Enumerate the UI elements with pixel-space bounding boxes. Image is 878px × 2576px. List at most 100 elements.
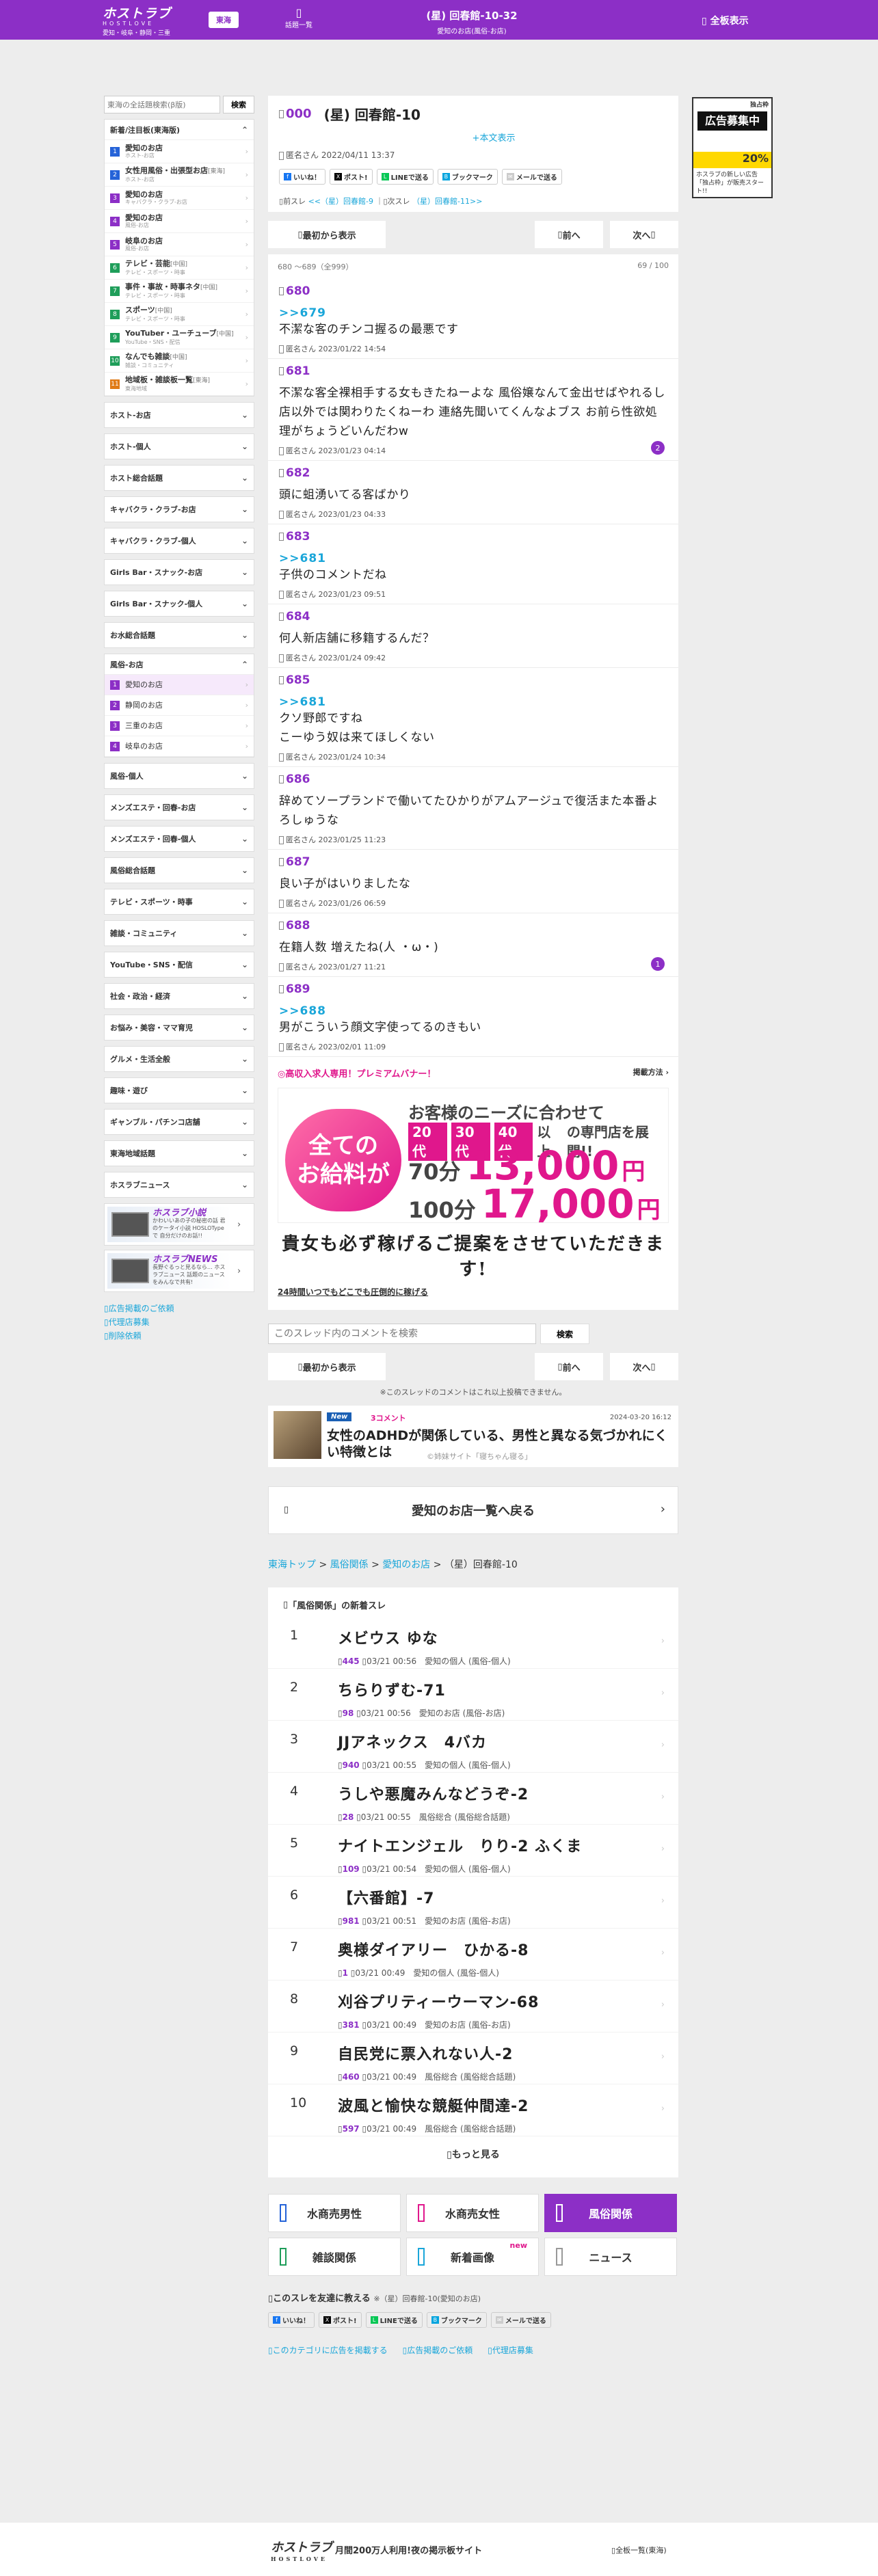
reply-count-badge[interactable]: 1 bbox=[651, 957, 665, 971]
post-number[interactable]: 682 bbox=[279, 466, 667, 480]
footer-ad-request-link[interactable]: ▯広告掲載のご依頼 bbox=[403, 2344, 473, 2356]
category-panel[interactable]: グルメ・生活全般 ⌄ bbox=[104, 1046, 254, 1072]
all-boards-button[interactable]: ▯ 全板表示 bbox=[702, 14, 749, 27]
category-button[interactable]: 新着画像 new bbox=[406, 2238, 539, 2276]
news-card[interactable]: New 3コメント 2024-03-20 16:12 女性のADHDが関係してい… bbox=[268, 1406, 678, 1467]
premium-method-link[interactable]: 掲載方法 › bbox=[633, 1066, 669, 1079]
category-panel[interactable]: Girls Bar・スナック-個人 ⌄ bbox=[104, 591, 254, 617]
featured-panel-head[interactable]: 新着/注目板(東海版) ⌃ bbox=[105, 120, 254, 140]
category-panel[interactable]: お水総合話題 ⌄ bbox=[104, 622, 254, 648]
board-list-button[interactable]: ▯ 話題一覧 bbox=[282, 7, 316, 30]
post-number[interactable]: 680 bbox=[279, 284, 667, 298]
facebook-like-button[interactable]: f いいね！ bbox=[279, 169, 325, 185]
sidebar-search-button[interactable]: 検索 bbox=[223, 96, 254, 113]
post-number[interactable]: 685 bbox=[279, 673, 667, 687]
footer-agency-link[interactable]: ▯代理店募集 bbox=[488, 2344, 533, 2356]
reply-anchor[interactable]: >>681 bbox=[279, 552, 667, 565]
news-ad-banner[interactable]: ホスラブNEWS 長野ぐるっと見るなら… ホスラブニュース 話題のニュースをみんな… bbox=[104, 1250, 254, 1292]
first-page-button-bottom[interactable]: ▯ 最初から表示 bbox=[268, 1353, 386, 1380]
reply-count-badge[interactable]: 2 bbox=[651, 441, 665, 455]
premium-link[interactable]: 24時間いつでもどこでも圧倒的に稼げる bbox=[278, 1286, 669, 1298]
featured-item[interactable]: 3 愛知のお店 キャバクラ・クラブ-お店 › bbox=[105, 187, 254, 210]
featured-item[interactable]: 10 なんでも雑談[中国] 雑談・コミュニティ › bbox=[105, 349, 254, 373]
post-number[interactable]: 689 bbox=[279, 982, 667, 996]
footer-logo[interactable]: ホストラブ HOSTLOVE bbox=[271, 2538, 332, 2562]
category-panel[interactable]: 雑談・コミュニティ ⌄ bbox=[104, 920, 254, 946]
novel-ad-banner[interactable]: ホスラブ小説 かわいいあの子の秘密の話 君のケータイ小説 HOSLOTypeで 自… bbox=[104, 1203, 254, 1246]
category-button[interactable]: 水商売男性 bbox=[268, 2194, 401, 2232]
prev-page-button-bottom[interactable]: ▯ 前へ bbox=[535, 1353, 603, 1380]
featured-item[interactable]: 1 愛知のお店 ホスト-お店 › bbox=[105, 140, 254, 163]
show-original-link[interactable]: +本文表示 bbox=[320, 131, 667, 144]
bookmark-button[interactable]: B ブックマーク bbox=[426, 2312, 487, 2328]
comment-search-button[interactable]: 検索 bbox=[540, 1324, 589, 1344]
category-panel[interactable]: キャバクラ・クラブ-個人 ⌄ bbox=[104, 528, 254, 554]
bookmark-button[interactable]: B ブックマーク bbox=[437, 169, 498, 185]
exclusive-ad[interactable]: 独占枠 広告募集中 20% ホスラブの新しい広告「独占枠」が販売スタート!! bbox=[692, 97, 773, 198]
category-panel[interactable]: Girls Bar・スナック-お店 ⌄ bbox=[104, 559, 254, 585]
ranking-item[interactable]: 8 刈谷プリティーウーマン-68 ▯381 ▯03/21 00:49 愛知のお店 (… bbox=[268, 1981, 678, 2032]
category-button[interactable]: ニュース bbox=[544, 2238, 677, 2276]
post-number[interactable]: 681 bbox=[279, 364, 667, 378]
category-panel[interactable]: 社会・政治・経済 ⌄ bbox=[104, 983, 254, 1009]
ranking-item[interactable]: 7 奥様ダイアリー ひかる-8 ▯1 ▯03/21 00:49 愛知の個人 (風俗-… bbox=[268, 1929, 678, 1981]
category-panel[interactable]: 風俗-個人 ⌄ bbox=[104, 763, 254, 789]
post-number[interactable]: 684 bbox=[279, 610, 667, 623]
ranking-item[interactable]: 10 波風と愉快な競艇仲間達-2 ▯597 ▯03/21 00:49 風俗総合 (風… bbox=[268, 2084, 678, 2136]
back-to-list-button[interactable]: ▯ 愛知のお店一覧へ戻る › bbox=[268, 1486, 678, 1534]
footer-all-boards[interactable]: ▯全板一覧(東海) bbox=[611, 2545, 667, 2555]
category-panel[interactable]: 風俗総合話題 ⌄ bbox=[104, 857, 254, 883]
category-button[interactable]: 水商売女性 bbox=[406, 2194, 539, 2232]
category-panel[interactable]: メンズエステ・回春-お店 ⌄ bbox=[104, 794, 254, 820]
category-panel[interactable]: YouTube・SNS・配信 ⌄ bbox=[104, 952, 254, 978]
post-number[interactable]: 683 bbox=[279, 530, 667, 544]
x-post-button[interactable]: X ポスト! bbox=[319, 2312, 362, 2328]
mail-button[interactable]: ✉ メールで送る bbox=[501, 169, 562, 185]
post-number[interactable]: 688 bbox=[279, 919, 667, 933]
reply-anchor[interactable]: >>679 bbox=[279, 306, 667, 320]
ranking-item[interactable]: 4 うしや悪魔みんなどうぞ-2 ▯28 ▯03/21 00:55 風俗総合 (風俗総… bbox=[268, 1773, 678, 1825]
ranking-item[interactable]: 6 【六番館】-7 ▯981 ▯03/21 00:51 愛知のお店 (風俗-お店) › bbox=[268, 1877, 678, 1929]
category-button[interactable]: 雑談関係 bbox=[268, 2238, 401, 2276]
ranking-item[interactable]: 3 JJアネックス 4バカ ▯940 ▯03/21 00:55 愛知の個人 (風俗-… bbox=[268, 1721, 678, 1773]
featured-item[interactable]: 6 テレビ・芸能[中国] テレビ・スポーツ・時事 › bbox=[105, 256, 254, 280]
fuzoku-item[interactable]: 1 愛知のお店 › bbox=[105, 675, 254, 695]
facebook-like-button[interactable]: f いいね！ bbox=[268, 2312, 315, 2328]
sidebar-search-input[interactable] bbox=[104, 96, 220, 113]
category-panel[interactable]: ホスト-個人 ⌄ bbox=[104, 433, 254, 459]
footer-ad-category-link[interactable]: ▯このカテゴリに広告を掲載する bbox=[268, 2344, 388, 2356]
mail-button[interactable]: ✉ メールで送る bbox=[490, 2312, 551, 2328]
breadcrumb-top[interactable]: 東海トップ bbox=[268, 1559, 316, 1570]
category-panel[interactable]: ホスラブニュース ⌄ bbox=[104, 1172, 254, 1198]
ranking-item[interactable]: 2 ちらりずむ-71 ▯98 ▯03/21 00:56 愛知のお店 (風俗-お店) › bbox=[268, 1669, 678, 1721]
featured-item[interactable]: 11 地域板・雑談板一覧[東海] 東海地域 › bbox=[105, 373, 254, 396]
x-post-button[interactable]: X ポスト! bbox=[330, 169, 373, 185]
fuzoku-item[interactable]: 4 岐阜のお店 › bbox=[105, 736, 254, 757]
breadcrumb-board[interactable]: 愛知のお店 bbox=[382, 1559, 430, 1570]
premium-banner[interactable]: 全ての お給料が お客様のニーズに合わせて 20代 30代 40代 以上 の専門… bbox=[278, 1088, 669, 1223]
prev-page-button[interactable]: ▯ 前へ bbox=[535, 221, 603, 248]
featured-item[interactable]: 8 スポーツ[中国] テレビ・スポーツ・時事 › bbox=[105, 303, 254, 326]
prev-thread-link[interactable]: <<（星）回春館-9 bbox=[308, 197, 373, 206]
category-panel[interactable]: ギャンブル・パチンコ店舗 ⌄ bbox=[104, 1109, 254, 1135]
category-button[interactable]: 風俗関係 bbox=[544, 2194, 677, 2232]
category-panel[interactable]: テレビ・スポーツ・時事 ⌄ bbox=[104, 889, 254, 915]
fuzoku-item[interactable]: 2 静岡のお店 › bbox=[105, 695, 254, 716]
ranking-item[interactable]: 5 ナイトエンジェル りり-2 ふくま ▯109 ▯03/21 00:54 愛知の個… bbox=[268, 1825, 678, 1877]
featured-item[interactable]: 7 事件・事故・時事ネタ[中国] テレビ・スポーツ・時事 › bbox=[105, 280, 254, 303]
first-page-button[interactable]: ▯ 最初から表示 bbox=[268, 221, 386, 248]
comment-search-input[interactable] bbox=[268, 1324, 536, 1344]
breadcrumb-category[interactable]: 風俗関係 bbox=[330, 1559, 369, 1570]
reply-anchor[interactable]: >>688 bbox=[279, 1004, 667, 1018]
featured-item[interactable]: 9 YouTuber・ユーチューブ[中国] YouTube・SNS・配信 › bbox=[105, 326, 254, 349]
featured-item[interactable]: 2 女性用風俗・出張型お店[東海] ホスト-お店 › bbox=[105, 163, 254, 187]
reply-anchor[interactable]: >>681 bbox=[279, 695, 667, 709]
line-share-button[interactable]: L LINEで送る bbox=[365, 2312, 423, 2328]
category-panel[interactable]: お悩み・美容・ママ育児 ⌄ bbox=[104, 1015, 254, 1041]
delete-request-link[interactable]: ▯削除依頼 bbox=[104, 1329, 254, 1343]
more-button[interactable]: ▯もっと見る bbox=[268, 2136, 678, 2177]
category-panel[interactable]: キャバクラ・クラブ-お店 ⌄ bbox=[104, 496, 254, 522]
ranking-item[interactable]: 9 自民党に票入れない人-2 ▯460 ▯03/21 00:49 風俗総合 (風俗総… bbox=[268, 2032, 678, 2084]
featured-item[interactable]: 5 岐阜のお店 風俗-お店 › bbox=[105, 233, 254, 256]
category-panel[interactable]: ホスト総合話題 ⌄ bbox=[104, 465, 254, 491]
